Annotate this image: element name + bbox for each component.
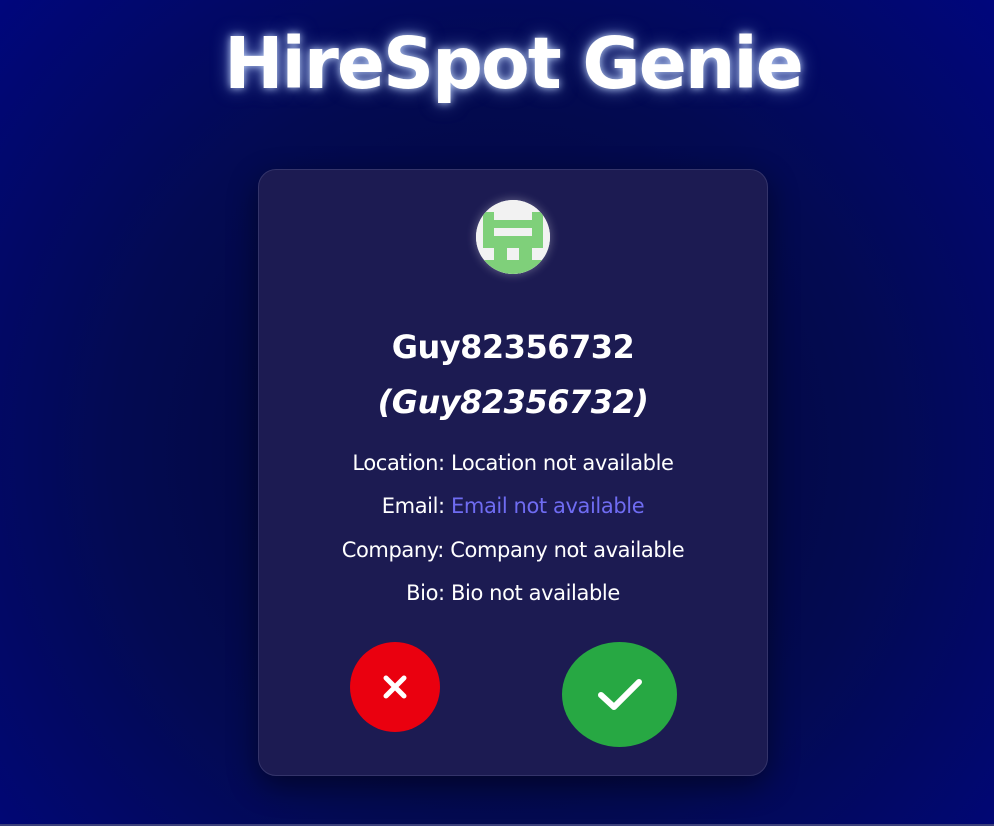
email-label: Email: — [381, 494, 445, 518]
identicon-avatar-icon — [476, 200, 550, 274]
company-label: Company: — [341, 538, 445, 562]
bio-value: Bio not available — [451, 581, 620, 605]
email-line: Email: Email not available — [259, 494, 767, 518]
app-title: HireSpot Genie — [224, 22, 804, 105]
checkmark-icon — [597, 678, 642, 710]
bio-line: Bio: Bio not available — [259, 581, 767, 605]
email-link[interactable]: Email not available — [451, 494, 645, 518]
profile-username: (Guy82356732) — [377, 383, 649, 421]
accept-button[interactable] — [562, 642, 677, 747]
company-value: Company not available — [450, 538, 685, 562]
profile-card: Guy82356732 (Guy82356732) Location: Loca… — [258, 169, 768, 776]
avatar — [476, 200, 550, 274]
location-line: Location: Location not available — [259, 451, 767, 475]
profile-name: Guy82356732 — [391, 328, 635, 366]
company-line: Company: Company not available — [259, 538, 767, 562]
close-icon — [383, 675, 407, 699]
location-label: Location: — [352, 451, 445, 475]
location-value: Location not available — [451, 451, 674, 475]
reject-button[interactable] — [350, 642, 440, 732]
bio-label: Bio: — [406, 581, 445, 605]
